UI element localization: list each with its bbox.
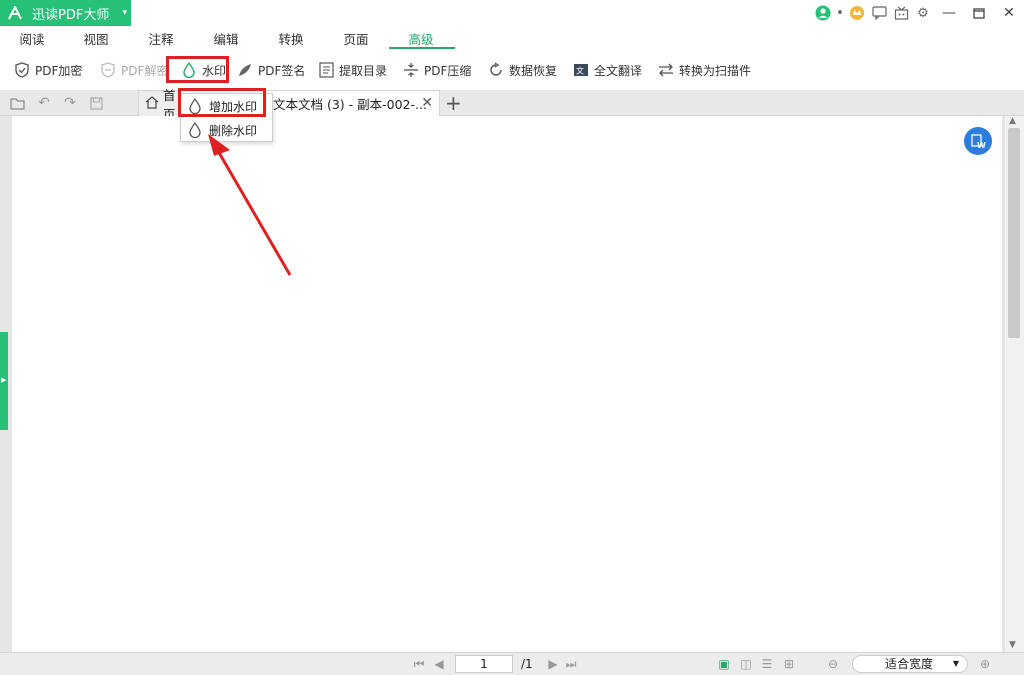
continuous-view-icon[interactable]: ☰: [760, 657, 774, 671]
save-icon[interactable]: [87, 94, 105, 112]
shield-check-icon: [13, 61, 31, 79]
gift-icon[interactable]: [890, 2, 912, 24]
data-restore-button[interactable]: 数据恢复: [487, 56, 557, 84]
toolbar: PDF加密 PDF解密 水印 PDF签名 提取目录 PDF压缩 数据恢复 文 全…: [0, 56, 1024, 84]
status-bar: ⏮ ◀ 1 /1 ▶ ⏭ ▣ ◫ ☰ ⊞ ⊖ 适合宽度 ▼ ⊕: [0, 652, 1024, 675]
undo-icon[interactable]: ↶: [35, 94, 53, 112]
tab-edit[interactable]: 编辑: [208, 29, 244, 49]
zoom-in-icon[interactable]: ⊕: [978, 657, 992, 671]
vertical-scrollbar[interactable]: ▲ ▼: [1005, 116, 1024, 652]
tab-page[interactable]: 页面: [338, 29, 374, 49]
document-viewport: [0, 116, 1024, 652]
svg-text:W: W: [977, 141, 986, 149]
chevron-right-icon: ▶: [1, 376, 7, 384]
maximize-button[interactable]: [964, 0, 994, 26]
convert-word-icon[interactable]: W: [964, 127, 992, 155]
full-translate-button[interactable]: 文 全文翻译: [572, 56, 642, 84]
app-name: 迅读PDF大师: [32, 7, 110, 23]
document-tab-strip: ↶ ↷ 首页 文本文档 (3) - 副本-002-... ✕ +: [0, 88, 1024, 122]
pen-icon: [236, 61, 254, 79]
chevron-down-icon: ▾: [122, 8, 127, 18]
pdf-encrypt-button[interactable]: PDF加密: [13, 56, 82, 84]
pdf-compress-button[interactable]: PDF压缩: [402, 56, 471, 84]
zoom-out-icon[interactable]: ⊖: [826, 657, 840, 671]
pdf-decrypt-button[interactable]: PDF解密: [99, 56, 168, 84]
highlight-add-watermark: [178, 88, 266, 117]
page-total: /1: [521, 657, 533, 671]
pdf-page: [12, 116, 1002, 652]
tab-document-label: 文本文档 (3) - 副本-002-...: [273, 97, 427, 112]
full-translate-label: 全文翻译: [594, 63, 643, 78]
redo-icon[interactable]: ↷: [61, 94, 79, 112]
next-page-icon[interactable]: ▶: [546, 657, 560, 671]
pdf-encrypt-label: PDF加密: [35, 63, 83, 78]
close-window-button[interactable]: ✕: [994, 0, 1024, 26]
svg-text:文: 文: [576, 66, 584, 76]
last-page-icon[interactable]: ⏭: [564, 657, 578, 671]
highlight-watermark-button: [166, 56, 229, 83]
two-page-view-icon[interactable]: ◫: [739, 657, 753, 671]
convert-scan-button[interactable]: 转换为扫描件: [657, 56, 751, 84]
scroll-down-icon[interactable]: ▼: [1009, 640, 1016, 650]
close-tab-icon[interactable]: ✕: [421, 95, 433, 111]
tab-home[interactable]: 首页: [138, 88, 180, 122]
tab-advanced[interactable]: 高级: [403, 29, 439, 49]
vip-crown-icon[interactable]: [846, 2, 868, 24]
annotation-arrow: [208, 134, 292, 276]
open-folder-icon[interactable]: [9, 94, 27, 112]
compress-icon: [402, 61, 420, 79]
prev-page-icon[interactable]: ◀: [432, 657, 446, 671]
pdf-sign-button[interactable]: PDF签名: [236, 56, 305, 84]
convert-scan-label: 转换为扫描件: [679, 63, 752, 78]
extract-toc-button[interactable]: 提取目录: [317, 56, 387, 84]
tab-view[interactable]: 视图: [78, 29, 114, 49]
message-icon[interactable]: [868, 2, 890, 24]
shield-icon: [99, 61, 117, 79]
single-page-view-icon[interactable]: ▣: [717, 657, 731, 671]
sidebar-toggle[interactable]: ▶: [0, 332, 8, 430]
home-icon: [145, 95, 159, 112]
swap-icon: [657, 61, 675, 79]
title-bar: 迅读PDF大师 ▾ • ⚙ — ✕: [0, 0, 1024, 26]
translate-icon: 文: [572, 61, 590, 79]
tab-convert[interactable]: 转换: [273, 29, 309, 49]
pdf-sign-label: PDF签名: [258, 63, 306, 78]
chevron-down-icon: ▼: [952, 659, 959, 668]
facing-view-icon[interactable]: ⊞: [782, 657, 796, 671]
app-logo-icon: [4, 0, 26, 26]
gear-icon[interactable]: ⚙: [912, 2, 934, 24]
pdf-decrypt-label: PDF解密: [121, 63, 169, 78]
scroll-up-icon[interactable]: ▲: [1009, 116, 1016, 126]
tab-read[interactable]: 阅读: [14, 29, 50, 49]
add-tab-icon[interactable]: +: [445, 91, 462, 115]
tab-annotate[interactable]: 注释: [143, 29, 179, 49]
first-page-icon[interactable]: ⏮: [412, 657, 426, 671]
restore-icon: [487, 61, 505, 79]
menu-bar: 阅读 视图 注释 编辑 转换 页面 高级: [0, 26, 1024, 50]
dot-icon: •: [836, 5, 844, 21]
active-tab-indicator: [389, 47, 455, 49]
app-menu-button[interactable]: 迅读PDF大师 ▾: [0, 0, 131, 26]
pdf-compress-label: PDF压缩: [424, 63, 472, 78]
user-avatar-icon[interactable]: [812, 2, 834, 24]
minimize-button[interactable]: —: [934, 0, 964, 26]
zoom-value: 适合宽度: [885, 657, 934, 671]
scrollbar-thumb[interactable]: [1008, 128, 1020, 338]
data-restore-label: 数据恢复: [509, 63, 558, 78]
extract-toc-label: 提取目录: [339, 63, 388, 78]
zoom-select[interactable]: 适合宽度 ▼: [852, 655, 968, 673]
page-number-input[interactable]: 1: [455, 655, 513, 673]
list-icon: [317, 61, 335, 79]
